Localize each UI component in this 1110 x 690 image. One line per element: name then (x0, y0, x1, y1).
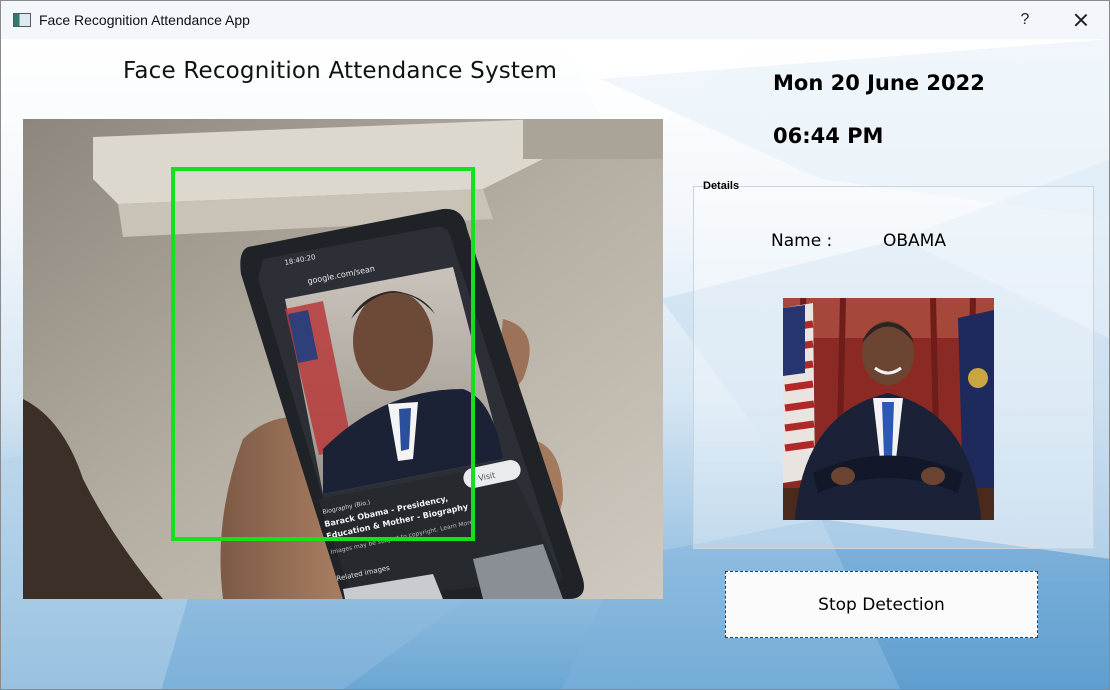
window-controls: ? (997, 1, 1109, 39)
help-button[interactable]: ? (997, 1, 1053, 39)
date-label: Mon 20 June 2022 (773, 71, 985, 95)
details-legend: Details (703, 180, 740, 192)
client-area: Face Recognition Attendance System Mon 2… (1, 39, 1109, 689)
stop-detection-button[interactable]: Stop Detection (725, 571, 1038, 638)
window-title: Face Recognition Attendance App (39, 12, 250, 28)
camera-feed: 18:40:20 google.com/sean Visit Biography… (23, 119, 663, 599)
close-icon (1074, 13, 1088, 27)
name-value: OBAMA (883, 231, 946, 251)
help-label: ? (1020, 11, 1030, 28)
close-button[interactable] (1053, 1, 1109, 39)
app-window: Face Recognition Attendance App ? Face R… (0, 0, 1110, 690)
portrait-image (783, 298, 994, 520)
face-detection-box (171, 167, 475, 541)
recognized-person-photo (783, 298, 994, 520)
system-title: Face Recognition Attendance System (123, 58, 558, 84)
stop-detection-label: Stop Detection (818, 594, 945, 615)
name-label: Name : (771, 231, 833, 251)
time-label: 06:44 PM (773, 124, 884, 148)
title-bar[interactable]: Face Recognition Attendance App ? (1, 1, 1109, 39)
app-window-icon (13, 13, 31, 27)
